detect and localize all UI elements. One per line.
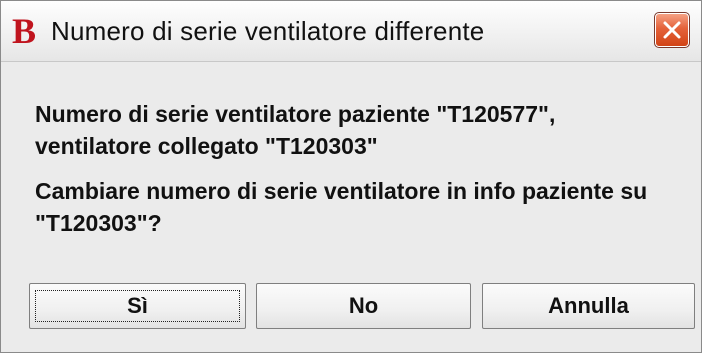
close-button[interactable] — [654, 12, 690, 48]
yes-button[interactable]: Sì — [29, 283, 246, 329]
app-logo: B — [12, 11, 37, 51]
dialog-window: B Numero di serie ventilatore differente… — [0, 0, 702, 353]
no-button-label: No — [348, 293, 379, 318]
close-icon — [663, 21, 681, 39]
message-line-1: Numero di serie ventilatore paziente "T1… — [35, 101, 556, 127]
cancel-button[interactable]: Annulla — [482, 283, 695, 329]
message-line-4: "T120303"? — [35, 210, 162, 236]
yes-button-label: Sì — [127, 293, 148, 318]
no-button[interactable]: No — [256, 283, 471, 329]
window-title: Numero di serie ventilatore differente — [51, 16, 485, 46]
message-line-3: Cambiare numero di serie ventilatore in … — [35, 178, 648, 204]
title-bar[interactable]: B Numero di serie ventilatore differente — [1, 1, 701, 62]
message-line-2: ventilatore collegato "T120303" — [35, 133, 378, 159]
cancel-button-label: Annulla — [548, 293, 629, 318]
